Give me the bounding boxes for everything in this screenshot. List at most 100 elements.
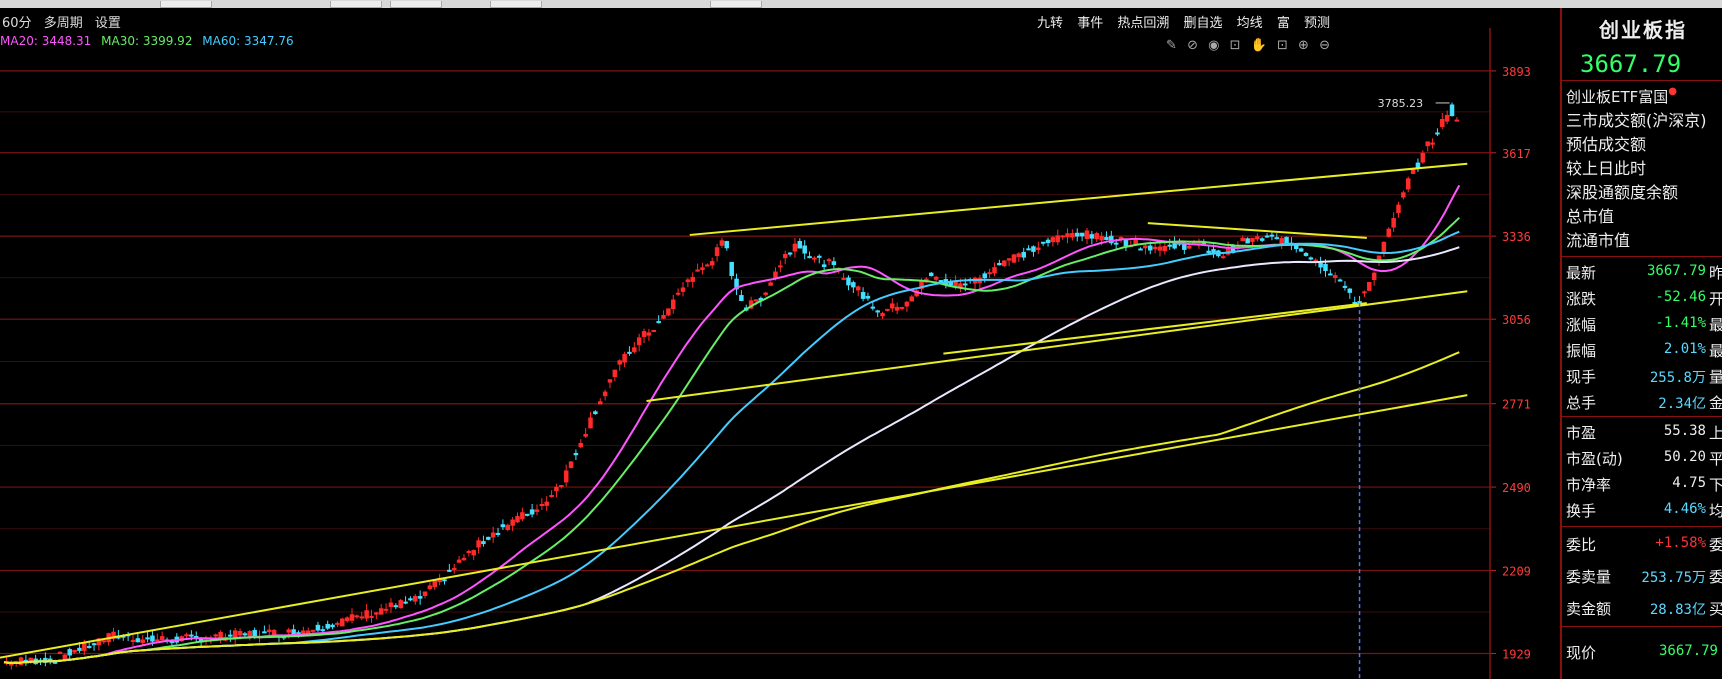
candle-up	[763, 292, 768, 295]
candle-up	[456, 559, 462, 563]
stat-link[interactable]: 流通市值	[1566, 229, 1707, 253]
stat-link[interactable]: 总市值	[1566, 205, 1707, 229]
candle-down	[1074, 232, 1080, 237]
candle-down	[315, 624, 321, 631]
candle-down	[393, 605, 399, 608]
candle-down	[242, 633, 248, 636]
y-tick-label: 2209	[1502, 564, 1531, 578]
candle-up	[709, 261, 715, 266]
draw-icon[interactable]: ✎	[1166, 38, 1177, 53]
candle-down	[928, 272, 934, 277]
candle-down	[817, 255, 822, 258]
order-tail: 买	[1708, 600, 1722, 618]
candle-down	[1113, 242, 1119, 245]
jiuzhuan-button[interactable]: 九转	[1037, 16, 1063, 31]
order-label: 委卖量	[1566, 568, 1612, 586]
candle-down	[262, 631, 267, 634]
candle-down	[403, 601, 408, 604]
candle-up	[286, 629, 291, 633]
candle-down	[252, 629, 257, 637]
candle-up	[1410, 169, 1416, 174]
top-tab[interactable]	[330, 1, 382, 8]
candle-up	[1250, 237, 1255, 242]
top-tab[interactable]	[490, 1, 542, 8]
candle-down	[1415, 162, 1421, 168]
candle-down	[1040, 241, 1046, 244]
order-value: +1.58%	[1655, 535, 1706, 551]
window-icon[interactable]: ⊡	[1277, 38, 1288, 53]
ma-legend: MA20: 3448.31 MA30: 3399.92 MA60: 3347.7…	[0, 34, 300, 48]
kline-chart[interactable]: 1929 2209 2490 2771 3056 3336 3617 3893 3785.23	[0, 8, 1560, 679]
quote-tail: 金	[1708, 394, 1722, 412]
candle-up	[1444, 114, 1450, 122]
etf-name[interactable]: 创业板ETF富国	[1566, 88, 1668, 106]
candle-down	[724, 241, 730, 249]
period-60min-button[interactable]: 60分	[2, 16, 32, 31]
y-tick-label: 2771	[1502, 398, 1531, 412]
events-button[interactable]: 事件	[1077, 16, 1103, 31]
hide-icon[interactable]: ⊘	[1187, 38, 1198, 53]
candle-down	[1148, 245, 1153, 251]
candle-up	[515, 516, 520, 523]
candle-up	[690, 276, 695, 282]
hotspot-backtrack-button[interactable]: 热点回溯	[1117, 16, 1169, 31]
candle-up	[1405, 178, 1411, 190]
fu-button[interactable]: 富	[1277, 16, 1290, 31]
zoom-out-icon[interactable]: ⊖	[1319, 38, 1330, 53]
quote-panel: 创业板指 3667.79 创业板ETF富国● 三市成交额(沪深京) 预估成交额 …	[1560, 8, 1722, 679]
remove-watchlist-button[interactable]: 删自选	[1184, 16, 1223, 31]
quote-tail: 最	[1708, 316, 1722, 334]
quote-row: 振幅 2.01% 最	[1566, 338, 1722, 362]
related-etf[interactable]: 创业板ETF富国●	[1566, 86, 1677, 107]
candle-down	[802, 245, 807, 254]
candle-down	[500, 524, 506, 528]
candle-down	[875, 310, 880, 313]
candle-down	[67, 649, 72, 656]
hand-icon[interactable]: ✋	[1251, 38, 1267, 53]
forecast-button[interactable]: 预测	[1304, 16, 1330, 31]
quote-value: 3667.79	[1646, 263, 1706, 279]
valuation-value: 4.75	[1672, 475, 1706, 491]
candle-up	[510, 519, 515, 526]
candle-down	[831, 261, 837, 265]
candle-up	[1011, 254, 1017, 263]
stat-link[interactable]: 三市成交额(沪深京)	[1566, 109, 1707, 133]
quote-row: 最新 3667.79 昨	[1566, 260, 1722, 284]
candle-down	[997, 262, 1002, 266]
settings-button[interactable]: 设置	[95, 16, 121, 31]
frame-icon[interactable]: ⊡	[1230, 38, 1241, 53]
candle-down	[320, 629, 326, 632]
candle-down	[1026, 248, 1031, 251]
candle-down	[1172, 242, 1177, 249]
current-price-row: 现价 3667.79	[1566, 640, 1722, 664]
candle-up	[651, 329, 657, 332]
multi-period-button[interactable]: 多周期	[44, 16, 83, 31]
valuation-tail: 平	[1708, 450, 1722, 468]
candle-up	[1050, 237, 1056, 243]
candle-up	[1430, 142, 1435, 145]
moving-average-button[interactable]: 均线	[1237, 16, 1263, 31]
stat-link[interactable]: 深股通额度余额	[1566, 181, 1707, 205]
candle-down	[1104, 237, 1109, 240]
candle-up	[155, 639, 160, 642]
candle-up	[72, 649, 77, 653]
top-tab[interactable]	[390, 1, 442, 8]
candle-up	[520, 512, 525, 520]
ma20-legend: MA20: 3448.31	[0, 34, 92, 48]
stat-link[interactable]: 较上日此时	[1566, 157, 1707, 181]
order-label: 委比	[1566, 536, 1597, 554]
zoom-in-icon[interactable]: ⊕	[1298, 38, 1309, 53]
valuation-row: 市盈(动) 50.20 平	[1566, 446, 1722, 470]
quote-label: 现手	[1566, 368, 1597, 386]
top-tab[interactable]	[710, 1, 762, 8]
candle-down	[963, 283, 968, 286]
eye-icon[interactable]: ◉	[1208, 38, 1219, 53]
stat-link[interactable]: 预估成交额	[1566, 133, 1707, 157]
candle-down	[135, 638, 141, 643]
candle-up	[505, 524, 511, 531]
candle-down	[1337, 279, 1343, 282]
candle-down	[787, 252, 793, 255]
kline-chart-panel[interactable]: 1929 2209 2490 2771 3056 3336 3617 3893 3785.23 …	[0, 8, 1560, 679]
candle-up	[159, 636, 165, 641]
top-tab[interactable]	[160, 1, 212, 8]
